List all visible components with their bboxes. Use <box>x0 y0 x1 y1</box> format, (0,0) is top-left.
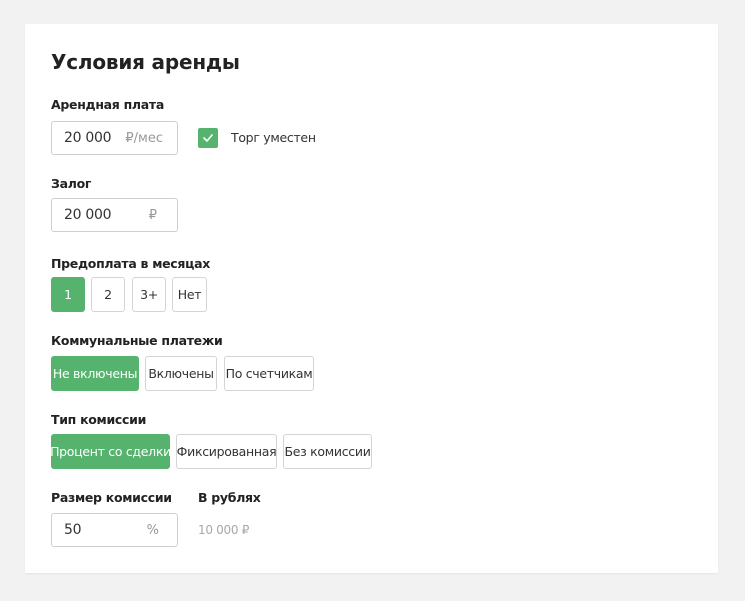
deposit-label: Залог <box>51 176 92 191</box>
utilities-option-not-included[interactable]: Не включены <box>51 356 139 391</box>
commission-option-fixed[interactable]: Фиксированная <box>176 434 277 469</box>
utilities-option-included[interactable]: Включены <box>145 356 217 391</box>
commission-size-value: 50 <box>64 522 82 538</box>
bargain-label[interactable]: Торг уместен <box>231 130 316 145</box>
page-title: Условия аренды <box>51 50 240 74</box>
commission-size-label: Размер комиссии <box>51 490 172 505</box>
rent-input[interactable]: 20 000 ₽/мес <box>51 121 178 155</box>
commission-rubles-label: В рублях <box>198 490 261 505</box>
rental-terms-card: Условия аренды Арендная плата 20 000 ₽/м… <box>25 24 718 573</box>
prepayment-option-none[interactable]: Нет <box>172 277 207 312</box>
rent-unit: ₽/мес <box>125 130 163 146</box>
deposit-unit: ₽ <box>148 207 157 223</box>
rent-label: Арендная плата <box>51 97 164 112</box>
commission-option-none[interactable]: Без комиссии <box>283 434 372 469</box>
prepayment-option-2[interactable]: 2 <box>91 277 125 312</box>
prepayment-option-3plus[interactable]: 3+ <box>132 277 166 312</box>
commission-size-input[interactable]: 50 % <box>51 513 178 547</box>
commission-type-label: Тип комиссии <box>51 412 147 427</box>
commission-option-percent[interactable]: Процент со сделки <box>50 434 171 469</box>
check-icon <box>203 134 213 142</box>
utilities-option-by-meters[interactable]: По счетчикам <box>224 356 314 391</box>
utilities-label: Коммунальные платежи <box>51 333 223 348</box>
deposit-value: 20 000 <box>64 207 112 223</box>
bargain-checkbox[interactable] <box>198 128 218 148</box>
prepayment-label: Предоплата в месяцах <box>51 256 210 271</box>
prepayment-option-1[interactable]: 1 <box>51 277 85 312</box>
rent-value: 20 000 <box>64 130 112 146</box>
deposit-input[interactable]: 20 000 ₽ <box>51 198 178 232</box>
commission-rubles-value: 10 000 ₽ <box>198 523 250 537</box>
commission-size-unit: % <box>146 522 159 538</box>
